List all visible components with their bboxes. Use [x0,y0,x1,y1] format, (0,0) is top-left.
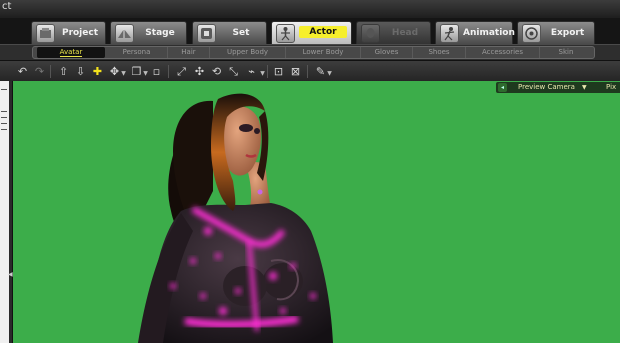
tab-set-label: Set [232,28,250,38]
pixel-readout: Pix [606,83,617,91]
tab-head-label: Head [391,28,419,38]
window-title-bar: ct [0,0,620,18]
scale-icon[interactable]: ❐ [130,65,143,78]
move-up-icon[interactable]: ⇧ [57,65,70,78]
subtab-avatar[interactable]: Avatar [37,47,105,58]
reset-icon[interactable]: ✣ [193,65,206,78]
collapse-panel-icon[interactable]: ◀ [8,271,13,278]
list-line [1,111,7,112]
tab-actor-label: Actor [299,26,347,38]
rotate-icon[interactable]: ✥ [108,65,121,78]
subtab-accessories[interactable]: Accessories [466,47,540,58]
animation-icon [440,24,459,43]
move-icon[interactable]: ✚ [91,65,104,78]
transform-icon[interactable]: ⤢ [175,65,188,78]
zoom-fit-icon[interactable]: ⊠ [289,65,302,78]
left-side-panel: ◀ [0,81,13,343]
undo-icon[interactable]: ↶ [16,65,29,78]
rotate-dropdown-icon[interactable]: ▼ [121,65,126,78]
actor-icon [276,24,295,43]
subtab-lower-body-label: Lower Body [302,48,344,56]
list-line [1,129,7,130]
scale-dropdown-icon[interactable]: ▼ [143,65,148,78]
main-tab-bar: Project Stage Set Actor Head Animation E… [0,18,620,45]
subtab-hair[interactable]: Hair [168,47,210,58]
toolbar-divider [50,65,51,78]
toolbar-divider [307,65,308,78]
set-icon [197,24,216,43]
stage-icon [115,24,134,43]
select-icon[interactable]: ▫ [150,65,163,78]
left-panel-list[interactable] [0,81,9,343]
tab-project-label: Project [61,28,99,38]
tab-animation-label: Animation [463,28,515,38]
window-title: ct [2,1,12,12]
tab-stage[interactable]: Stage [110,21,187,45]
sub-tab-bar: Avatar Persona Hair Upper Body Lower Bod… [0,44,620,60]
tab-head[interactable]: Head [356,21,431,45]
brush-icon[interactable]: ✎ [314,65,327,78]
subtab-skin[interactable]: Skin [540,47,592,58]
tab-export-label: Export [550,28,585,38]
preview-camera-selector[interactable]: ◂ Preview Camera ▼ Pix [496,82,620,93]
toolbar-divider [267,65,268,78]
subtab-upper-body-label: Upper Body [226,48,269,56]
subtab-shoes[interactable]: Shoes [413,47,466,58]
toolbar: ↶ ↷ ⇧ ⇩ ✚ ✥ ▼ ❐ ▼ ▫ ⤢ ✣ ⟲ ⤡ ⌁ ▼ ⊡ ⊠ ✎ ▼ [0,60,620,81]
subtab-shoes-label: Shoes [428,48,450,56]
3d-viewport[interactable]: ◂ Preview Camera ▼ Pix [13,81,620,343]
frame-all-icon[interactable]: ⊡ [272,65,285,78]
fit-icon[interactable]: ⟲ [210,65,223,78]
redo-icon[interactable]: ↷ [33,65,46,78]
frame-dropdown-icon[interactable]: ▼ [260,65,265,78]
chevron-down-icon: ▼ [582,84,587,91]
subtab-upper-body[interactable]: Upper Body [210,47,286,58]
list-line [1,117,7,118]
subtab-lower-body[interactable]: Lower Body [286,47,361,58]
list-line [1,123,7,124]
export-icon [522,24,541,43]
subtab-accessories-label: Accessories [481,48,524,56]
tab-export[interactable]: Export [517,21,595,45]
subtab-persona[interactable]: Persona [106,47,168,58]
subtab-gloves-label: Gloves [374,48,399,56]
subtab-hair-label: Hair [181,48,196,56]
tab-set[interactable]: Set [192,21,267,45]
subtab-gloves[interactable]: Gloves [361,47,413,58]
subtab-skin-label: Skin [558,48,574,56]
frame-icon[interactable]: ⌁ [245,65,258,78]
tab-animation[interactable]: Animation [435,21,515,45]
align-icon[interactable]: ⤡ [227,65,240,78]
move-down-icon[interactable]: ⇩ [74,65,87,78]
avatar-figure[interactable] [13,81,620,343]
tab-project[interactable]: Project [31,21,106,45]
toolbar-divider [168,65,169,78]
tab-stage-label: Stage [145,28,175,38]
camera-icon: ◂ [498,83,507,92]
subtab-persona-label: Persona [122,48,151,56]
project-icon [36,24,55,43]
preview-camera-label: Preview Camera [518,83,575,91]
head-icon [361,24,380,43]
tab-actor[interactable]: Actor [271,21,352,45]
brush-dropdown-icon[interactable]: ▼ [327,65,332,78]
subtab-avatar-label: Avatar [59,48,83,57]
list-line [1,89,7,90]
